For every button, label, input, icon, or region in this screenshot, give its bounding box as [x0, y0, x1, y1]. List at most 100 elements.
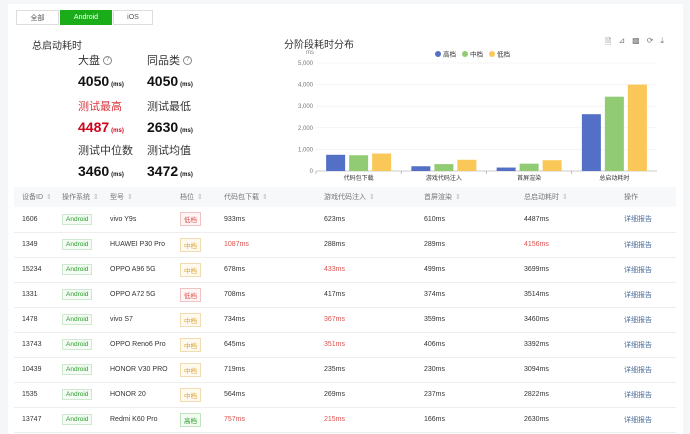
detail-report-link[interactable]: 详细报告: [624, 342, 652, 349]
detail-report-link[interactable]: 详细报告: [624, 317, 652, 324]
table-row: 1535 Android HONOR 20 中档 564ms 269ms 237…: [14, 382, 676, 408]
summary-title: 总启动耗时: [32, 41, 82, 52]
model: HONOR 20: [102, 382, 172, 408]
table-row: 13747 Android Redmi K60 Pro 高档 757ms 215…: [14, 407, 676, 433]
detail-report-link[interactable]: 详细报告: [624, 417, 652, 424]
column-header[interactable]: 游戏代码注入 ⇕: [316, 187, 416, 207]
os-cell: Android: [54, 407, 102, 433]
help-icon[interactable]: ?: [103, 55, 112, 65]
stat-3: 测试最低 2630 (ms): [147, 98, 217, 135]
first-render: 374ms: [416, 282, 516, 308]
sort-icon[interactable]: ⇕: [93, 194, 99, 201]
action-cell: 详细报告: [616, 282, 676, 308]
action-cell: 详细报告: [616, 407, 676, 433]
tab-all[interactable]: 全部: [16, 10, 59, 25]
sort-icon[interactable]: ⇕: [562, 194, 568, 201]
sort-icon[interactable]: ⇕: [455, 194, 461, 201]
os-badge: Android: [62, 314, 93, 325]
bar-低档: [542, 160, 562, 171]
stat-number: 3472: [147, 163, 179, 179]
detail-report-link[interactable]: 详细报告: [624, 392, 652, 399]
legend-label: 低档: [497, 50, 510, 59]
column-header: 操作: [616, 187, 676, 207]
sort-icon[interactable]: ⇕: [197, 194, 203, 201]
tier-cell: 中档: [172, 357, 216, 383]
stat-unit: (ms): [180, 128, 193, 134]
tier-cell: 中档: [172, 257, 216, 283]
first-render: 406ms: [416, 332, 516, 358]
stat-label-text: 同品类: [147, 55, 180, 67]
sort-icon[interactable]: ⇕: [127, 194, 133, 201]
tab-android[interactable]: Android: [60, 10, 112, 25]
tier-badge: 低档: [180, 287, 201, 302]
os-cell: Android: [54, 307, 102, 333]
column-header[interactable]: 操作系统 ⇕: [54, 187, 102, 207]
y-tick-label: 4,000: [298, 83, 314, 89]
column-header[interactable]: 设备ID ⇕: [14, 187, 54, 207]
first-render: 230ms: [416, 357, 516, 383]
legend-marker: [435, 51, 441, 57]
stat-value: 4487 (ms): [78, 119, 148, 135]
detail-report-link[interactable]: 详细报告: [624, 216, 652, 223]
first-render: 166ms: [416, 407, 516, 433]
help-icon[interactable]: ?: [183, 55, 192, 65]
os-badge: Android: [62, 364, 93, 375]
column-header[interactable]: 首屏渲染 ⇕: [416, 187, 516, 207]
total-time: 3094ms: [516, 357, 616, 383]
bar-高档: [581, 114, 601, 171]
tab-ios[interactable]: iOS: [113, 10, 153, 25]
stat-0: 大盘? 4050 (ms): [78, 52, 148, 89]
table-row: 1606 Android vivo Y9s 低档 933ms 623ms 610…: [14, 207, 676, 233]
bar-高档: [411, 166, 431, 171]
column-header[interactable]: 总启动耗时 ⇕: [516, 187, 616, 207]
action-cell: 详细报告: [616, 307, 676, 333]
sort-icon[interactable]: ⇕: [262, 194, 268, 201]
os-cell: Android: [54, 232, 102, 258]
stat-label: 同品类?: [147, 52, 217, 68]
x-tick-label: 首屏渲染: [517, 174, 541, 182]
device-id: 13747: [14, 407, 54, 433]
code-download: 564ms: [216, 382, 316, 408]
bar-高档: [326, 154, 346, 171]
device-table: 设备ID ⇕ 操作系统 ⇕ 型号 ⇕ 档位 ⇕ 代码包下载 ⇕ 游戏代码注入 ⇕ 首屏渲染 ⇕ 总启动耗时 ⇕…: [14, 187, 676, 433]
table-row: 1478 Android vivo S7 中档 734ms 367ms 359m…: [14, 307, 676, 333]
tier-badge: 中档: [180, 262, 201, 277]
action-cell: 详细报告: [616, 257, 676, 283]
column-header[interactable]: 型号 ⇕: [102, 187, 172, 207]
column-header[interactable]: 档位 ⇕: [172, 187, 216, 207]
header-label: 型号: [110, 194, 124, 201]
x-tick-label: 游戏代码注入: [426, 174, 462, 182]
first-render: 610ms: [416, 207, 516, 233]
code-inject: 235ms: [316, 357, 416, 383]
column-header[interactable]: 代码包下载 ⇕: [216, 187, 316, 207]
stat-unit: (ms): [180, 82, 193, 88]
os-cell: Android: [54, 282, 102, 308]
detail-report-link[interactable]: 详细报告: [624, 267, 652, 274]
sort-icon[interactable]: ⇕: [369, 194, 375, 201]
detail-report-link[interactable]: 详细报告: [624, 242, 652, 249]
bar-中档: [434, 164, 454, 171]
stat-number: 4050: [147, 73, 179, 89]
sort-icon[interactable]: ⇕: [46, 194, 52, 201]
os-badge: Android: [62, 414, 93, 425]
stat-label-text: 测试最高: [78, 101, 122, 113]
os-badge: Android: [62, 339, 93, 350]
tier-cell: 中档: [172, 382, 216, 408]
os-badge: Android: [62, 289, 93, 300]
device-id: 1349: [14, 232, 54, 258]
header-label: 游戏代码注入: [324, 194, 366, 201]
code-inject: 367ms: [316, 307, 416, 333]
action-cell: 详细报告: [616, 207, 676, 233]
device-id: 13743: [14, 332, 54, 358]
first-render: 289ms: [416, 232, 516, 258]
detail-report-link[interactable]: 详细报告: [624, 367, 652, 374]
code-download: 645ms: [216, 332, 316, 358]
stat-unit: (ms): [180, 172, 193, 178]
code-inject: 215ms: [316, 407, 416, 433]
detail-report-link[interactable]: 详细报告: [624, 292, 652, 299]
stat-value: 4050 (ms): [147, 73, 217, 89]
stat-label-text: 大盘: [78, 55, 100, 67]
code-inject: 288ms: [316, 232, 416, 258]
stat-label: 测试最高: [78, 98, 148, 114]
code-download: 1087ms: [216, 232, 316, 258]
